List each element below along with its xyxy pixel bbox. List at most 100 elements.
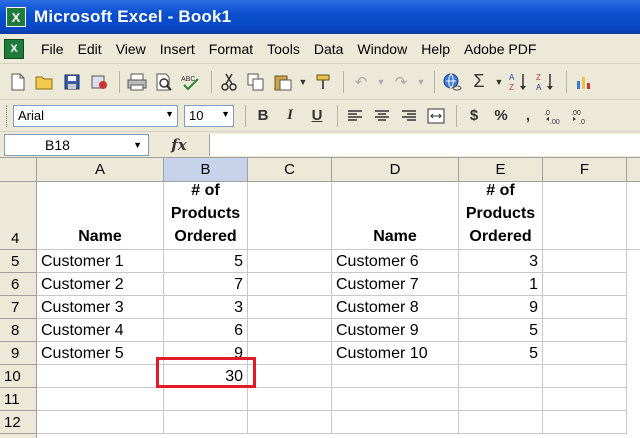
cell-a5[interactable]: Customer 1 [37, 250, 164, 273]
cell-d4[interactable]: Name [332, 182, 459, 250]
italic-button[interactable]: I [278, 104, 302, 128]
menu-data[interactable]: Data [307, 41, 351, 57]
cell-a10[interactable] [37, 365, 164, 388]
cell-b11[interactable] [164, 388, 248, 411]
cell-d9[interactable]: Customer 10 [332, 342, 459, 365]
align-left-icon[interactable] [343, 104, 367, 128]
select-all-corner[interactable] [0, 158, 37, 182]
cell-e11[interactable] [459, 388, 543, 411]
row-header-4[interactable]: 4 [0, 182, 37, 250]
cell-d8[interactable]: Customer 9 [332, 319, 459, 342]
excel-app-icon[interactable]: X [6, 7, 26, 27]
cell-e10[interactable] [459, 365, 543, 388]
print-icon[interactable] [125, 70, 149, 94]
cell-e12[interactable] [459, 411, 543, 434]
cell-c5[interactable] [248, 250, 332, 273]
currency-button[interactable]: $ [462, 104, 486, 128]
cell-e6[interactable]: 1 [459, 273, 543, 296]
cell-f10[interactable] [543, 365, 627, 388]
cell-a11[interactable] [37, 388, 164, 411]
open-folder-icon[interactable] [33, 70, 57, 94]
cell-d6[interactable]: Customer 7 [332, 273, 459, 296]
decrease-decimal-icon[interactable]: .00.0 [570, 104, 594, 128]
font-size-select[interactable]: 10 ▼ [184, 104, 234, 127]
cell-f8[interactable] [543, 319, 627, 342]
column-header-c[interactable]: C [248, 158, 332, 182]
menu-adobe-pdf[interactable]: Adobe PDF [457, 41, 543, 57]
spelling-icon[interactable]: ABC [179, 70, 203, 94]
toolbar-grip[interactable] [6, 104, 9, 127]
row-header-10[interactable]: 10 [0, 365, 37, 388]
permission-icon[interactable] [87, 70, 111, 94]
percent-button[interactable]: % [489, 104, 513, 128]
menu-window[interactable]: Window [350, 41, 414, 57]
row-header-6[interactable]: 6 [0, 273, 37, 296]
column-header-e[interactable]: E [459, 158, 543, 182]
cell-f4[interactable] [543, 182, 627, 250]
cell-g4[interactable] [627, 182, 640, 250]
autosum-dropdown-icon[interactable]: ▼ [494, 70, 504, 94]
save-icon[interactable] [60, 70, 84, 94]
cell-d11[interactable] [332, 388, 459, 411]
autosum-icon[interactable]: Σ [467, 70, 491, 94]
insert-function-button[interactable]: fx [149, 136, 209, 154]
cell-e8[interactable]: 5 [459, 319, 543, 342]
column-header-b[interactable]: B [164, 158, 248, 182]
menu-view[interactable]: View [109, 41, 153, 57]
undo-dropdown-icon[interactable]: ▼ [376, 70, 386, 94]
cell-b4[interactable]: # of Products Ordered [164, 182, 248, 250]
column-header-f[interactable]: F [543, 158, 627, 182]
cell-f6[interactable] [543, 273, 627, 296]
redo-icon[interactable]: ↷ [389, 70, 413, 94]
cell-e7[interactable]: 9 [459, 296, 543, 319]
cell-f7[interactable] [543, 296, 627, 319]
font-name-select[interactable]: Arial ▼ [13, 104, 178, 127]
row-header-9[interactable]: 9 [0, 342, 37, 365]
increase-decimal-icon[interactable]: .0.00 [543, 104, 567, 128]
column-header-g[interactable] [627, 158, 640, 182]
chevron-down-icon[interactable]: ▼ [133, 140, 142, 150]
cell-d7[interactable]: Customer 8 [332, 296, 459, 319]
cell-e4[interactable]: # of Products Ordered [459, 182, 543, 250]
cell-b9[interactable]: 9 [164, 342, 248, 365]
column-header-a[interactable]: A [37, 158, 164, 182]
undo-icon[interactable]: ↶ [349, 70, 373, 94]
format-painter-icon[interactable] [311, 70, 335, 94]
cell-a4[interactable]: Name [37, 182, 164, 250]
cell-a12[interactable] [37, 411, 164, 434]
menu-insert[interactable]: Insert [153, 41, 202, 57]
sort-descending-icon[interactable]: ZA [534, 70, 558, 94]
cell-c4[interactable] [248, 182, 332, 250]
cell-b10-total[interactable]: 30 [164, 365, 248, 388]
cut-icon[interactable] [217, 70, 241, 94]
column-header-d[interactable]: D [332, 158, 459, 182]
cell-c8[interactable] [248, 319, 332, 342]
menu-edit[interactable]: Edit [71, 41, 109, 57]
cell-b8[interactable]: 6 [164, 319, 248, 342]
align-right-icon[interactable] [397, 104, 421, 128]
chevron-down-icon[interactable]: ▼ [165, 109, 174, 119]
insert-hyperlink-icon[interactable] [440, 70, 464, 94]
cell-a9[interactable]: Customer 5 [37, 342, 164, 365]
cell-d10[interactable] [332, 365, 459, 388]
bold-button[interactable]: B [251, 104, 275, 128]
workbook-icon[interactable]: X [4, 38, 24, 59]
row-header-5[interactable]: 5 [0, 250, 37, 273]
menu-tools[interactable]: Tools [260, 41, 307, 57]
cell-b7[interactable]: 3 [164, 296, 248, 319]
print-preview-icon[interactable] [152, 70, 176, 94]
align-center-icon[interactable] [370, 104, 394, 128]
row-header-11[interactable]: 11 [0, 388, 37, 411]
cell-d12[interactable] [332, 411, 459, 434]
cell-d5[interactable]: Customer 6 [332, 250, 459, 273]
copy-icon[interactable] [244, 70, 268, 94]
cell-f11[interactable] [543, 388, 627, 411]
new-icon[interactable] [6, 70, 30, 94]
cell-a8[interactable]: Customer 4 [37, 319, 164, 342]
redo-dropdown-icon[interactable]: ▼ [416, 70, 426, 94]
row-header-12[interactable]: 12 [0, 411, 37, 434]
cell-c11[interactable] [248, 388, 332, 411]
cell-b6[interactable]: 7 [164, 273, 248, 296]
row-header-7[interactable]: 7 [0, 296, 37, 319]
cell-c6[interactable] [248, 273, 332, 296]
